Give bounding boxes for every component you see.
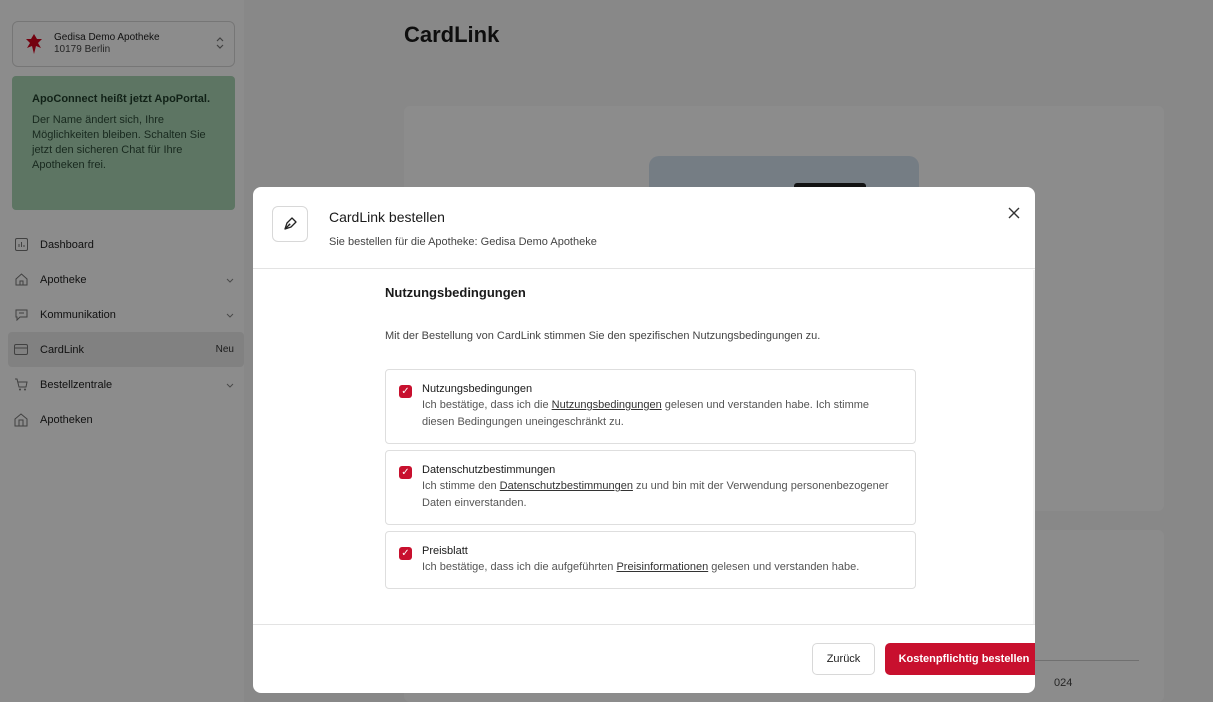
consent-text-before: Ich bestätige, dass ich die aufgeführten (422, 561, 617, 573)
back-button[interactable]: Zurück (812, 643, 875, 675)
consent-text-before: Ich bestätige, dass ich die (422, 399, 552, 411)
consent-text: Ich stimme den Datenschutzbestimmungen z… (422, 478, 899, 512)
scroll-up-icon[interactable]: ▲ (1033, 272, 1035, 278)
section-intro: Mit der Bestellung von CardLink stimmen … (385, 330, 821, 342)
order-modal: CardLink bestellen Sie bestellen für die… (253, 187, 1035, 693)
modal-header: CardLink bestellen Sie bestellen für die… (253, 187, 1035, 269)
terms-link[interactable]: Nutzungsbedingungen (552, 399, 662, 411)
pricing-link[interactable]: Preisinformationen (616, 561, 708, 573)
modal-subtitle: Sie bestellen für die Apotheke: Gedisa D… (329, 236, 597, 248)
consent-terms[interactable]: ✓ Nutzungsbedingungen Ich bestätige, das… (385, 369, 916, 444)
consent-pricing[interactable]: ✓ Preisblatt Ich bestätige, dass ich die… (385, 531, 916, 589)
consent-text: Ich bestätige, dass ich die aufgeführten… (422, 559, 899, 576)
pen-icon (272, 206, 308, 242)
scroll-down-icon[interactable]: ▼ (1033, 613, 1035, 619)
consent-title: Preisblatt (422, 545, 468, 557)
consent-title: Nutzungsbedingungen (422, 383, 533, 395)
consent-text-after: gelesen und verstanden habe. (708, 561, 860, 573)
modal-title: CardLink bestellen (329, 209, 445, 225)
modal-body: Nutzungsbedingungen Mit der Bestellung v… (253, 270, 1035, 624)
pricing-checkbox[interactable]: ✓ (399, 547, 412, 560)
modal-footer: Zurück Kostenpflichtig bestellen (253, 624, 1035, 693)
privacy-link[interactable]: Datenschutzbestimmungen (500, 480, 633, 492)
consent-privacy[interactable]: ✓ Datenschutzbestimmungen Ich stimme den… (385, 450, 916, 525)
section-title: Nutzungsbedingungen (385, 285, 526, 300)
privacy-checkbox[interactable]: ✓ (399, 466, 412, 479)
consent-text-before: Ich stimme den (422, 480, 500, 492)
consent-text: Ich bestätige, dass ich die Nutzungsbedi… (422, 397, 899, 431)
terms-checkbox[interactable]: ✓ (399, 385, 412, 398)
consent-title: Datenschutzbestimmungen (422, 464, 556, 476)
order-button[interactable]: Kostenpflichtig bestellen (885, 643, 1035, 675)
close-icon[interactable] (1005, 204, 1023, 222)
modal-scrollbar[interactable]: ▲ ▼ (1033, 270, 1035, 624)
